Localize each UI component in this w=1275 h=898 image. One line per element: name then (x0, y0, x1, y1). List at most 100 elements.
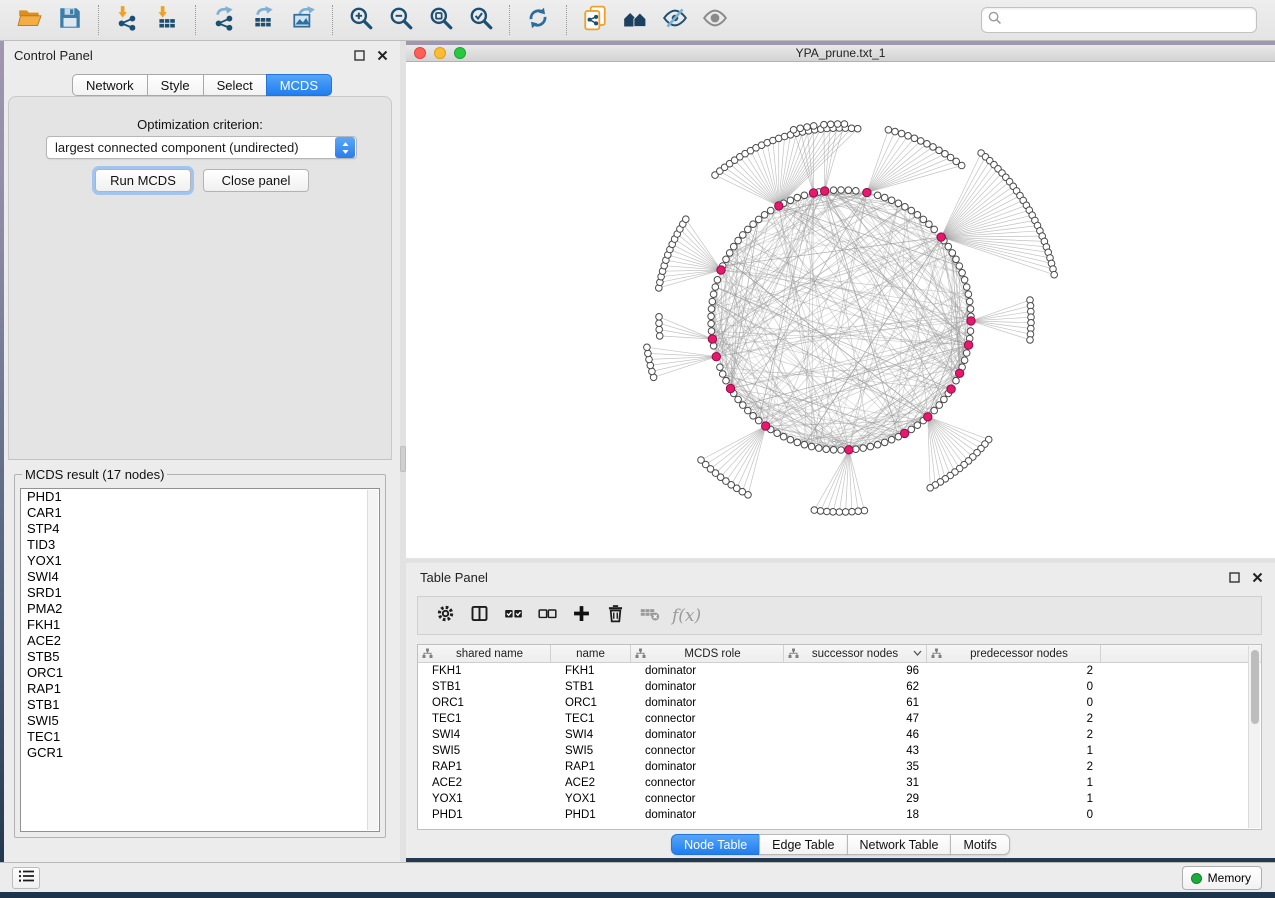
zoom-fit-button[interactable] (424, 4, 458, 36)
table-settings-button[interactable] (430, 602, 460, 630)
float-panel-icon[interactable] (1226, 569, 1242, 585)
import-network-button[interactable] (110, 4, 144, 36)
table-row[interactable]: FKH1FKH1dominator962 (418, 663, 1261, 679)
search-input[interactable] (1007, 10, 1250, 30)
deselect-all-button[interactable] (532, 602, 562, 630)
export-network-button[interactable] (207, 4, 241, 36)
table-row[interactable]: ORC1ORC1dominator610 (418, 695, 1261, 711)
cell-successor-nodes: 18 (784, 809, 927, 821)
open-file-button[interactable] (13, 4, 47, 36)
tree-icon (635, 648, 646, 659)
optimization-criterion-select[interactable]: largest connected component (undirected) (46, 136, 357, 159)
toolbar-separator (332, 5, 333, 35)
homes-icon[interactable] (618, 4, 652, 36)
mcds-result-item[interactable]: SRD1 (21, 585, 379, 601)
mcds-result-item[interactable]: PMA2 (21, 601, 379, 617)
cell-predecessor-nodes: 0 (927, 681, 1101, 693)
table-toolbar: f(x) (417, 596, 1262, 635)
mcds-result-item[interactable]: STP4 (21, 521, 379, 537)
mcds-result-item[interactable]: STB5 (21, 649, 379, 665)
clone-network-button[interactable] (578, 4, 612, 36)
memory-button[interactable]: Memory (1182, 866, 1262, 890)
tab-network-table[interactable]: Network Table (847, 834, 952, 855)
table-row[interactable]: ACE2ACE2connector311 (418, 775, 1261, 791)
table-row[interactable]: TEC1TEC1connector472 (418, 711, 1261, 727)
tab-select[interactable]: Select (203, 74, 267, 96)
search-icon (988, 11, 1002, 30)
close-panel-icon[interactable] (374, 47, 390, 63)
mcds-tab-content: Optimization criterion: largest connecte… (8, 96, 392, 460)
zoom-out-button[interactable] (384, 4, 418, 36)
cell-shared-name: RAP1 (418, 761, 551, 773)
table-row[interactable]: STB1STB1dominator620 (418, 679, 1261, 695)
mcds-result-item[interactable]: ORC1 (21, 665, 379, 681)
select-all-button[interactable] (498, 602, 528, 630)
mcds-result-item[interactable]: PHD1 (21, 489, 379, 505)
table-row[interactable]: YOX1YOX1connector291 (418, 791, 1261, 807)
import-table-button[interactable] (150, 4, 184, 36)
scrollbar-thumb[interactable] (1251, 650, 1259, 724)
export-image-button[interactable] (287, 4, 321, 36)
cell-mcds-role: connector (631, 745, 784, 757)
import-table-icon (154, 5, 180, 36)
tab-edge-table[interactable]: Edge Table (759, 834, 847, 855)
mcds-result-item[interactable]: SWI4 (21, 569, 379, 585)
column-chooser-button[interactable] (464, 602, 494, 630)
hide-graphics-details-button[interactable] (658, 4, 692, 36)
network-graph[interactable] (406, 62, 1275, 558)
tab-style[interactable]: Style (147, 74, 204, 96)
mcds-result-item[interactable]: GCR1 (21, 745, 379, 761)
table-row[interactable]: RAP1RAP1dominator352 (418, 759, 1261, 775)
network-canvas[interactable] (406, 62, 1275, 558)
mcds-result-item[interactable]: CAR1 (21, 505, 379, 521)
column-header-successor-nodes[interactable]: successor nodes (784, 645, 927, 662)
mcds-result-item[interactable]: TID3 (21, 537, 379, 553)
mcds-result-list[interactable]: PHD1CAR1STP4TID3YOX1SWI4SRD1PMA2FKH1ACE2… (20, 488, 380, 832)
column-header-name[interactable]: name (551, 645, 631, 662)
tab-mcds[interactable]: MCDS (266, 74, 332, 96)
table-row[interactable]: SWI4SWI4dominator462 (418, 727, 1261, 743)
mcds-result-item[interactable]: YOX1 (21, 553, 379, 569)
column-header-mcds-role[interactable]: MCDS role (631, 645, 784, 662)
table-row[interactable]: SWI5SWI5connector431 (418, 743, 1261, 759)
mcds-result-item[interactable]: ACE2 (21, 633, 379, 649)
tab-network[interactable]: Network (72, 74, 148, 96)
node-table: shared name name MCDS role successor nod… (417, 644, 1262, 830)
mcds-result-item[interactable]: FKH1 (21, 617, 379, 633)
mcds-result-item[interactable]: RAP1 (21, 681, 379, 697)
table-row[interactable]: PHD1PHD1dominator180 (418, 807, 1261, 823)
cell-shared-name: SWI5 (418, 745, 551, 757)
delete-column-button[interactable] (600, 602, 630, 630)
export-table-button[interactable] (247, 4, 281, 36)
close-panel-button[interactable]: Close panel (203, 169, 309, 192)
column-header-predecessor-nodes[interactable]: predecessor nodes (927, 645, 1101, 662)
task-history-button[interactable] (12, 867, 40, 889)
mcds-result-item[interactable]: SWI5 (21, 713, 379, 729)
run-mcds-button[interactable]: Run MCDS (95, 169, 191, 192)
save-session-button[interactable] (53, 4, 87, 36)
cell-name: YOX1 (551, 793, 631, 805)
zoom-selected-button[interactable] (464, 4, 498, 36)
mcds-result-title: MCDS result (17 nodes) (22, 467, 167, 482)
add-column-button[interactable] (566, 602, 596, 630)
cell-shared-name: ACE2 (418, 777, 551, 789)
close-panel-icon[interactable] (1249, 569, 1265, 585)
delete-table-button (634, 602, 664, 630)
table-scrollbar[interactable] (1248, 646, 1260, 828)
show-graphics-details-button[interactable] (698, 4, 732, 36)
search-box[interactable] (981, 7, 1257, 33)
tab-motifs[interactable]: Motifs (950, 834, 1009, 855)
cell-successor-nodes: 35 (784, 761, 927, 773)
cell-predecessor-nodes: 2 (927, 713, 1101, 725)
import-network-icon (114, 5, 140, 36)
tab-node-table[interactable]: Node Table (671, 834, 760, 855)
cell-successor-nodes: 96 (784, 665, 927, 677)
float-panel-icon[interactable] (351, 47, 367, 63)
mcds-result-item[interactable]: TEC1 (21, 729, 379, 745)
cell-shared-name: PHD1 (418, 809, 551, 821)
list-scrollbar[interactable] (367, 490, 378, 830)
refresh-layout-button[interactable] (521, 4, 555, 36)
mcds-result-item[interactable]: STB1 (21, 697, 379, 713)
column-header-shared-name[interactable]: shared name (418, 645, 551, 662)
zoom-in-button[interactable] (344, 4, 378, 36)
